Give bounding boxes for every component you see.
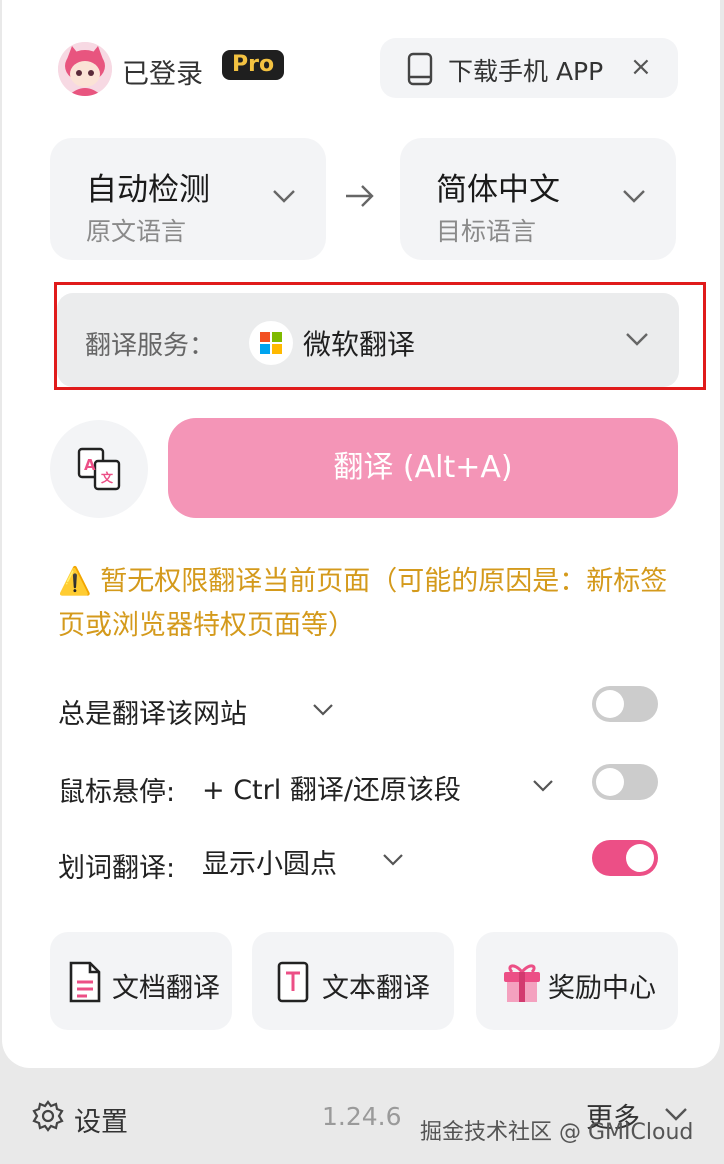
text-icon — [276, 960, 310, 1008]
target-language-caption: 目标语言 — [436, 217, 537, 246]
source-language-value: 自动检测 — [86, 172, 210, 208]
target-language-select[interactable]: 简体中文 目标语言 — [400, 138, 676, 260]
settings-link[interactable]: 设置 — [74, 1100, 128, 1139]
chevron-down-icon — [383, 854, 403, 866]
svg-text:A: A — [84, 456, 96, 474]
phone-icon — [406, 52, 434, 90]
watermark: 掘金技术社区 @ GMICloud — [420, 1120, 694, 1145]
gear-icon[interactable] — [32, 1100, 64, 1136]
translation-service-label: 翻译服务： — [85, 331, 216, 361]
selection-translate-dropdown[interactable] — [382, 852, 404, 871]
always-translate-dropdown[interactable] — [312, 702, 334, 721]
login-status: 已登录 — [122, 59, 203, 90]
hover-label: 鼠标悬停: — [58, 777, 176, 808]
hover-value[interactable]: + Ctrl 翻译/还原该段 — [202, 768, 461, 807]
chevron-down-icon — [272, 188, 296, 207]
text-translate-label: 文本翻译 — [322, 973, 430, 1004]
text-translate-button[interactable]: 文本翻译 — [252, 932, 454, 1030]
download-app-label: 下载手机 APP — [448, 57, 604, 86]
translation-service-highlight: 翻译服务： 微软翻译 — [54, 282, 706, 390]
avatar[interactable] — [58, 42, 112, 96]
arrow-right-icon — [344, 184, 376, 212]
popup-panel: 已登录 Pro 下载手机 APP × 自动检测 原文语言 简体中文 目标语言 翻… — [2, 0, 720, 1068]
translate-icon: A 文 — [77, 447, 121, 491]
selection-translate-label: 划词翻译: — [58, 853, 176, 884]
always-translate-toggle[interactable] — [592, 686, 658, 722]
selection-translate-toggle[interactable] — [592, 840, 658, 876]
microsoft-logo-icon — [249, 321, 293, 365]
hover-dropdown[interactable] — [532, 778, 554, 797]
reward-center-label: 奖励中心 — [548, 973, 656, 1004]
translation-service-select[interactable]: 翻译服务： 微软翻译 — [57, 293, 679, 387]
close-icon[interactable]: × — [630, 52, 652, 82]
translate-button[interactable]: 翻译 (Alt+A) — [168, 418, 678, 518]
source-language-select[interactable]: 自动检测 原文语言 — [50, 138, 326, 260]
always-translate-label: 总是翻译该网站 — [58, 699, 247, 730]
download-app-button[interactable]: 下载手机 APP × — [380, 38, 678, 98]
document-translate-label: 文档翻译 — [112, 973, 220, 1004]
translate-mode-button[interactable]: A 文 — [50, 420, 148, 518]
reward-center-button[interactable]: 奖励中心 — [476, 932, 678, 1030]
source-language-caption: 原文语言 — [86, 217, 187, 246]
hover-toggle[interactable] — [592, 764, 658, 800]
document-translate-button[interactable]: 文档翻译 — [50, 932, 232, 1030]
chevron-down-icon — [533, 780, 553, 792]
permission-warning: ⚠️ 暂无权限翻译当前页面（可能的原因是：新标签页或浏览器特权页面等） — [58, 566, 668, 641]
version-text: 1.24.6 — [322, 1102, 402, 1131]
chevron-down-icon — [622, 188, 646, 207]
selection-translate-value[interactable]: 显示小圆点 — [202, 842, 337, 881]
chevron-down-icon — [313, 704, 333, 716]
gift-icon — [502, 960, 542, 1008]
target-language-value: 简体中文 — [436, 172, 560, 208]
translation-service-name: 微软翻译 — [303, 328, 416, 361]
svg-text:文: 文 — [101, 470, 114, 485]
chevron-down-icon — [625, 331, 649, 350]
pro-badge: Pro — [222, 50, 285, 80]
document-icon — [68, 960, 102, 1008]
